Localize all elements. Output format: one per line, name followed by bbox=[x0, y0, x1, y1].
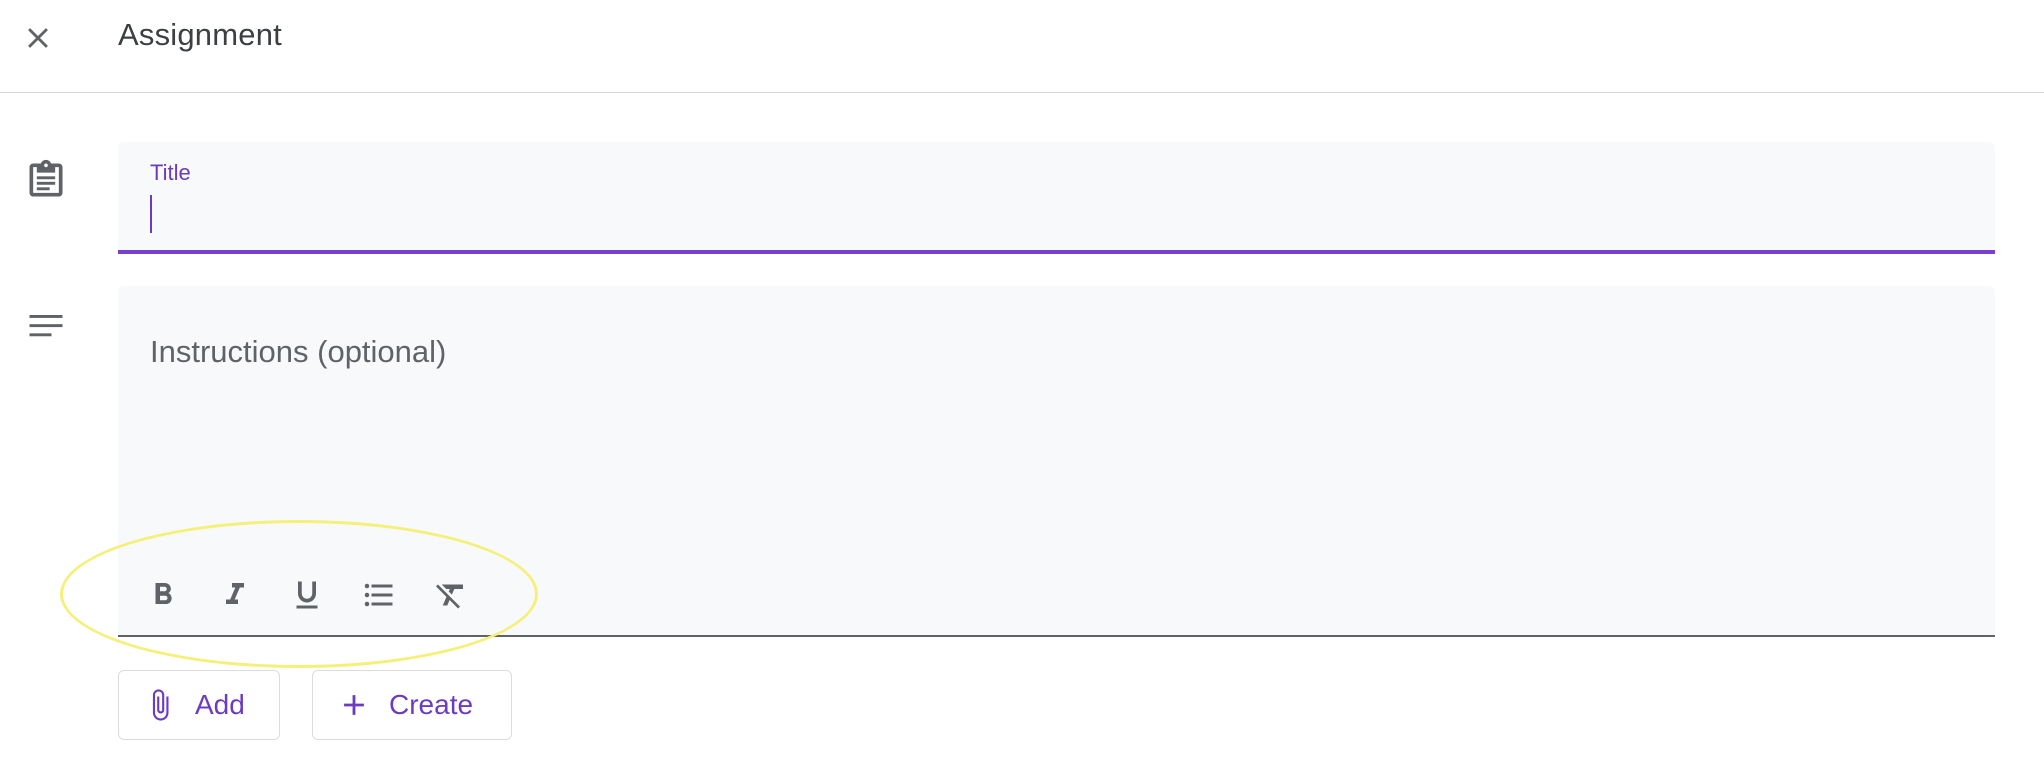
paperclip-icon bbox=[152, 689, 169, 721]
underline-icon bbox=[296, 581, 318, 609]
instructions-placeholder: Instructions (optional) bbox=[150, 334, 447, 369]
bulleted-list-icon bbox=[364, 583, 393, 607]
text-caret bbox=[150, 195, 152, 233]
title-field[interactable]: Title bbox=[118, 142, 1995, 254]
create-button-label: Create bbox=[389, 689, 474, 720]
bold-button[interactable] bbox=[132, 564, 194, 626]
plus-icon bbox=[344, 695, 364, 715]
add-button-label: Add bbox=[195, 689, 245, 720]
clear-formatting-button[interactable] bbox=[420, 564, 482, 626]
create-button[interactable]: Create bbox=[312, 670, 512, 740]
instructions-field[interactable]: Instructions (optional) bbox=[118, 286, 1995, 637]
clear-formatting-icon bbox=[436, 584, 463, 609]
page-title: Assignment bbox=[118, 17, 282, 52]
assignment-editor: Assignment Title Instructions (optional) bbox=[0, 0, 2044, 766]
close-button[interactable] bbox=[12, 12, 64, 64]
title-label: Title bbox=[150, 160, 191, 185]
formatting-toolbar bbox=[132, 564, 492, 626]
close-icon bbox=[28, 28, 48, 48]
title-input[interactable] bbox=[150, 192, 1950, 236]
add-button[interactable]: Add bbox=[118, 670, 280, 740]
italic-icon bbox=[226, 583, 244, 604]
italic-button[interactable] bbox=[204, 564, 266, 626]
assignment-clipboard-icon bbox=[29, 159, 63, 197]
bulleted-list-button[interactable] bbox=[348, 564, 410, 626]
bold-icon bbox=[155, 583, 172, 604]
description-lines-icon bbox=[29, 315, 63, 337]
underline-button[interactable] bbox=[276, 564, 338, 626]
header-bar: Assignment bbox=[0, 0, 2044, 93]
